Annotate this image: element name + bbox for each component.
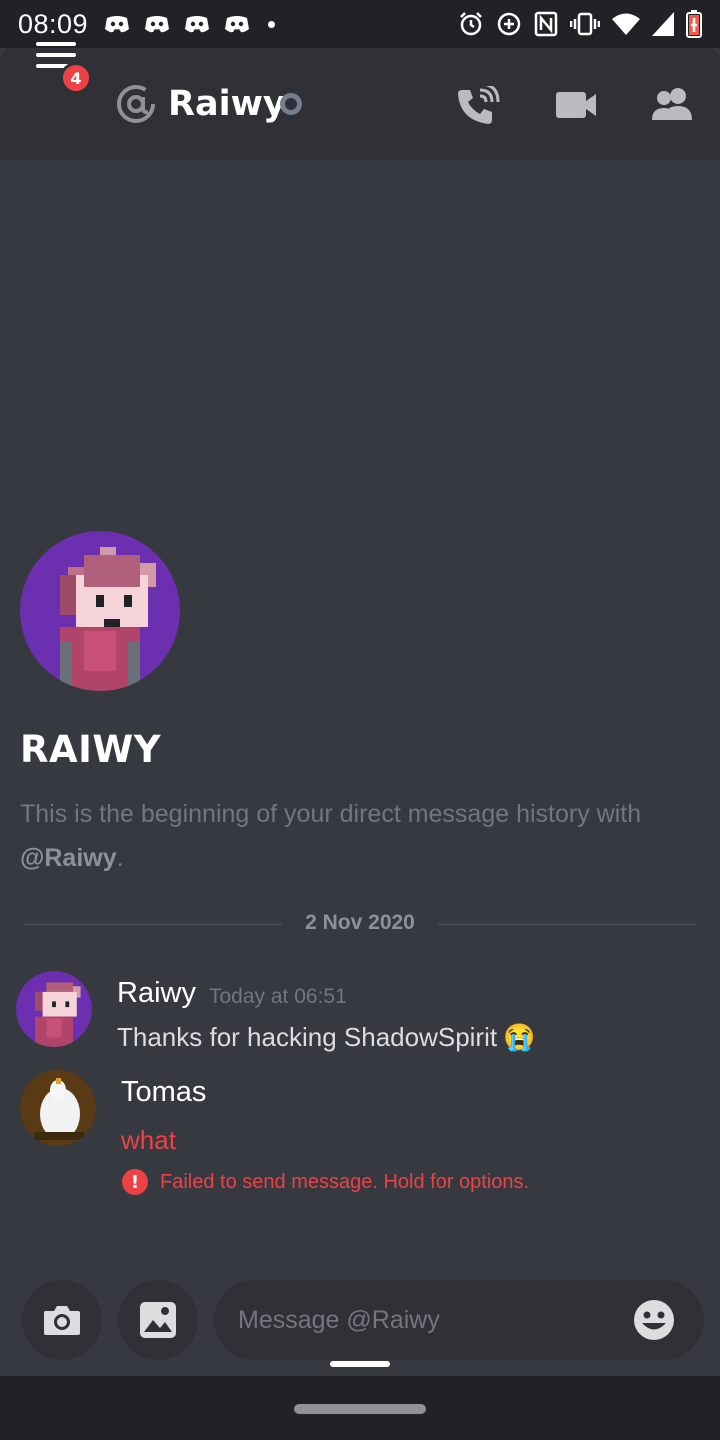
more-notifications-dot (268, 20, 276, 28)
gallery-button[interactable] (118, 1280, 198, 1360)
system-navigation-bar (0, 1376, 720, 1440)
vibrate-icon (570, 12, 600, 36)
welcome-text-prefix: This is the beginning of your direct mes… (20, 800, 642, 828)
message-input[interactable] (238, 1280, 618, 1360)
avatar[interactable] (16, 971, 92, 1047)
divider-date: 2 Nov 2020 (305, 911, 415, 934)
message-text[interactable]: Thanks for hacking ShadowSpirit 😭 (117, 1022, 535, 1053)
nfc-icon (534, 11, 558, 37)
welcome-avatar (20, 531, 180, 691)
message-timestamp: Today at 06:51 (209, 985, 347, 1008)
camera-button[interactable] (22, 1280, 102, 1360)
system-icons (458, 10, 702, 38)
user-mention[interactable]: @Raiwy (20, 844, 117, 872)
welcome-username: RAIWY (20, 728, 161, 771)
error-icon: ! (122, 1169, 148, 1195)
message-input-wrapper (214, 1280, 704, 1360)
message-body: Thanks for hacking ShadowSpirit (117, 1022, 498, 1052)
emoji-button[interactable] (632, 1298, 676, 1342)
crying-emoji: 😭 (503, 1022, 536, 1052)
welcome-description: This is the beginning of your direct mes… (20, 792, 700, 880)
wifi-icon (612, 13, 640, 35)
discord-notification-icon (105, 16, 130, 33)
message-author[interactable]: Raiwy (117, 977, 196, 1010)
battery-charging-icon (686, 10, 702, 38)
voice-call-icon[interactable] (456, 86, 500, 126)
video-call-icon[interactable] (554, 90, 598, 120)
image-icon (140, 1302, 176, 1338)
failed-message-text[interactable]: what (121, 1125, 176, 1156)
alarm-icon (460, 12, 482, 36)
welcome-text-suffix: . (116, 844, 124, 872)
camera-icon (44, 1306, 80, 1335)
error-text: Failed to send message. Hold for options… (160, 1170, 530, 1193)
send-error[interactable]: ! Failed to send message. Hold for optio… (122, 1169, 529, 1195)
date-divider: 2 Nov 2020 (24, 911, 696, 934)
offline-status-indicator (280, 93, 302, 115)
status-bar: 08:09 (0, 0, 720, 48)
home-gesture-handle[interactable] (294, 1404, 426, 1414)
at-icon (117, 85, 155, 123)
page-title: Raiwy (168, 84, 286, 124)
member-list-icon[interactable] (650, 86, 694, 122)
discord-notification-icon (145, 16, 170, 33)
channel-header (0, 48, 720, 160)
discord-notification-icon (225, 16, 250, 33)
unread-badge: 4 (60, 62, 92, 94)
status-time: 08:09 (18, 8, 89, 39)
notification-icons (104, 14, 276, 34)
composer-drag-handle[interactable] (330, 1361, 390, 1367)
message-author[interactable]: Tomas (121, 1076, 206, 1109)
cell-signal-icon (652, 12, 674, 36)
avatar[interactable] (20, 1070, 96, 1146)
discord-notification-icon (185, 16, 210, 33)
data-saver-icon (497, 12, 521, 36)
